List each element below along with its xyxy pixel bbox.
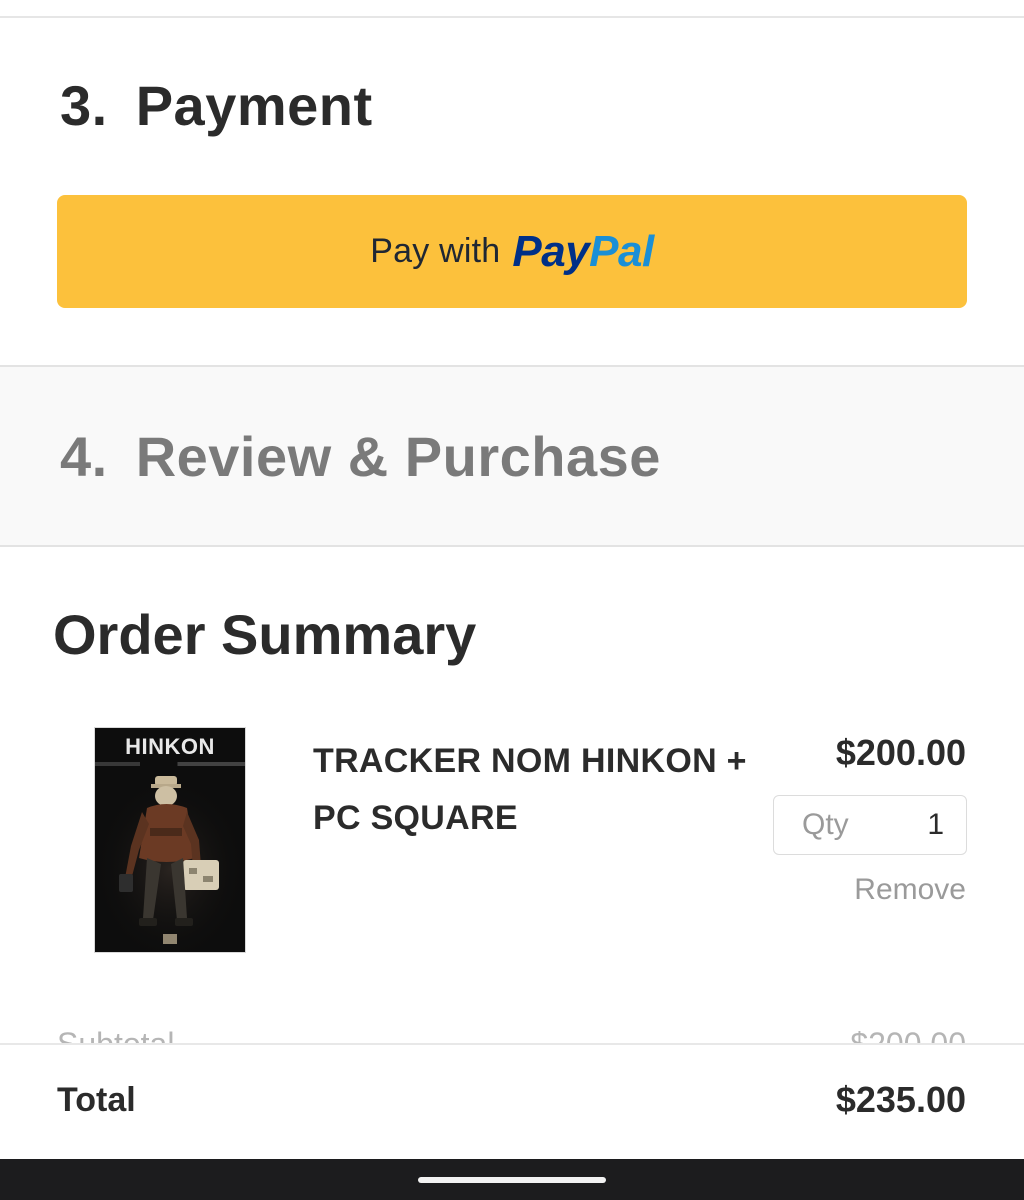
payment-section: 3. Payment Pay with PayPal [0,18,1024,365]
product-price: $200.00 [835,732,966,773]
review-step-label: Review & Purchase [135,425,661,488]
total-bar: Total $235.00 [0,1043,1024,1161]
review-step-number: 4. [60,425,108,488]
order-summary-title: Order Summary [53,603,477,666]
paypal-logo-icon: PayPal [512,226,654,277]
product-image: HINKON [94,727,246,953]
total-value: $235.00 [835,1079,966,1120]
pay-with-paypal-button[interactable]: Pay with PayPal [57,195,967,308]
payment-step-title: 3. Payment [60,78,373,134]
product-figure-icon [95,768,245,952]
paypal-logo-pay: Pay [512,226,590,276]
payment-step-label: Payment [135,74,373,137]
payment-step-number: 3. [60,74,108,137]
quantity-field[interactable]: Qty 1 [773,795,967,855]
total-label: Total [57,1081,136,1119]
review-section[interactable]: 4. Review & Purchase [0,365,1024,547]
quantity-value: 1 [927,808,944,841]
product-name[interactable]: TRACKER NOM HINKON + PC SQUARE [313,733,773,847]
paypal-logo-pal: Pal [589,226,654,276]
home-indicator[interactable] [418,1177,606,1183]
quantity-label: Qty [802,808,849,841]
top-strip [0,0,1024,18]
paypal-button-prefix: Pay with [370,232,501,270]
remove-item-link[interactable]: Remove [854,873,966,907]
system-navigation-bar [0,1159,1024,1200]
review-step-title: 4. Review & Purchase [60,429,661,485]
